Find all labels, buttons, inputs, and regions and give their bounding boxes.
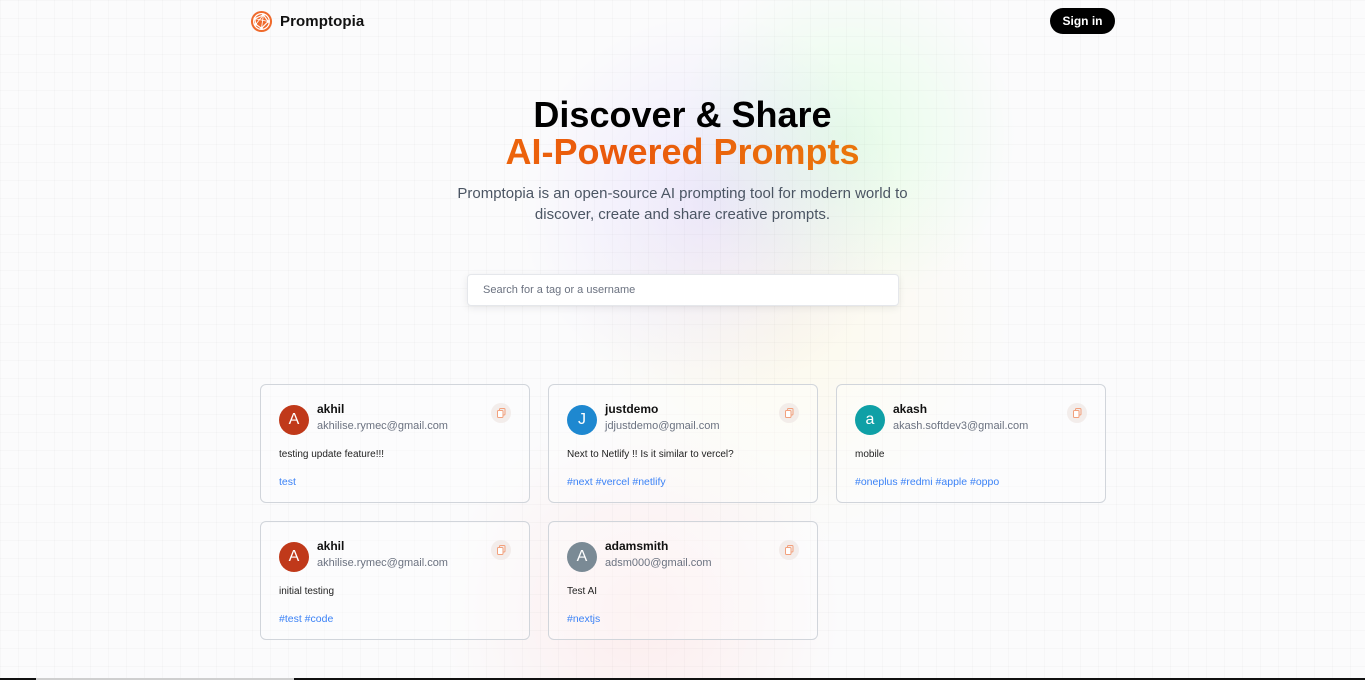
hero-section: Discover & Share AI-Powered Prompts Prom… <box>0 96 1365 225</box>
card-username: akash <box>893 401 928 416</box>
copy-button[interactable] <box>491 403 511 423</box>
card-user-profile[interactable]: J justdemo jdjustdemo@gmail.com <box>567 401 720 435</box>
prompt-card: A adamsmith adsm000@gmail.com Test AI #n… <box>548 521 818 640</box>
card-email: akhilise.rymec@gmail.com <box>317 556 448 569</box>
card-tags[interactable]: #next #vercel #netlify <box>567 476 799 488</box>
card-username: adamsmith <box>605 538 669 553</box>
card-tags[interactable]: #test #code <box>279 613 511 625</box>
page: Promptopia Sign in Discover & Share AI-P… <box>0 0 1365 680</box>
card-username: akhil <box>317 538 345 553</box>
copy-icon <box>784 408 793 418</box>
card-tags[interactable]: test <box>279 476 511 488</box>
card-user-profile[interactable]: A akhil akhilise.rymec@gmail.com <box>279 401 448 435</box>
card-username: akhil <box>317 401 345 416</box>
avatar[interactable]: J <box>567 405 597 435</box>
copy-icon <box>496 408 505 418</box>
sign-in-button[interactable]: Sign in <box>1050 8 1115 34</box>
avatar[interactable]: a <box>855 405 885 435</box>
card-prompt-text: mobile <box>855 449 885 460</box>
brand-name: Promptopia <box>280 12 365 30</box>
card-tags[interactable]: #oneplus #redmi #apple #oppo <box>855 476 1087 488</box>
card-email: jdjustdemo@gmail.com <box>605 419 720 432</box>
card-tags[interactable]: #nextjs <box>567 613 799 625</box>
search-form <box>467 274 899 306</box>
copy-button[interactable] <box>491 540 511 560</box>
globe-logo-icon <box>250 10 273 32</box>
copy-icon <box>784 545 793 555</box>
card-prompt-text: testing update feature!!! <box>279 449 385 460</box>
card-prompt-text: Test AI <box>567 586 598 597</box>
card-prompt-text: Next to Netlify !! Is it similar to verc… <box>567 449 734 460</box>
card-email: adsm000@gmail.com <box>605 556 712 569</box>
card-user-profile[interactable]: a akash akash.softdev3@gmail.com <box>855 401 1029 435</box>
prompt-card: A akhil akhilise.rymec@gmail.com testing… <box>260 384 530 503</box>
hero-description: Promptopia is an open-source AI promptin… <box>457 185 908 223</box>
copy-button[interactable] <box>779 403 799 423</box>
prompt-card: J justdemo jdjustdemo@gmail.com Next to … <box>548 384 818 503</box>
prompt-card: A akhil akhilise.rymec@gmail.com initial… <box>260 521 530 640</box>
copy-button[interactable] <box>779 540 799 560</box>
hero-subtitle-gradient: AI-Powered Prompts <box>0 133 1365 170</box>
top-navbar: Promptopia Sign in <box>250 8 1115 34</box>
copy-button[interactable] <box>1067 403 1087 423</box>
search-input[interactable] <box>467 274 899 306</box>
prompt-card: a akash akash.softdev3@gmail.com mobile … <box>836 384 1106 503</box>
card-prompt-text: initial testing <box>279 586 335 597</box>
card-user-profile[interactable]: A akhil akhilise.rymec@gmail.com <box>279 538 448 572</box>
avatar[interactable]: A <box>567 542 597 572</box>
card-username: justdemo <box>605 401 659 416</box>
copy-icon <box>1072 408 1081 418</box>
card-email: akhilise.rymec@gmail.com <box>317 419 448 432</box>
card-email: akash.softdev3@gmail.com <box>893 419 1029 432</box>
brand-link[interactable]: Promptopia <box>250 10 364 33</box>
hero-title: Discover & Share <box>533 94 832 135</box>
card-user-profile[interactable]: A adamsmith adsm000@gmail.com <box>567 538 712 572</box>
avatar[interactable]: A <box>279 542 309 572</box>
copy-icon <box>496 545 505 555</box>
avatar[interactable]: A <box>279 405 309 435</box>
